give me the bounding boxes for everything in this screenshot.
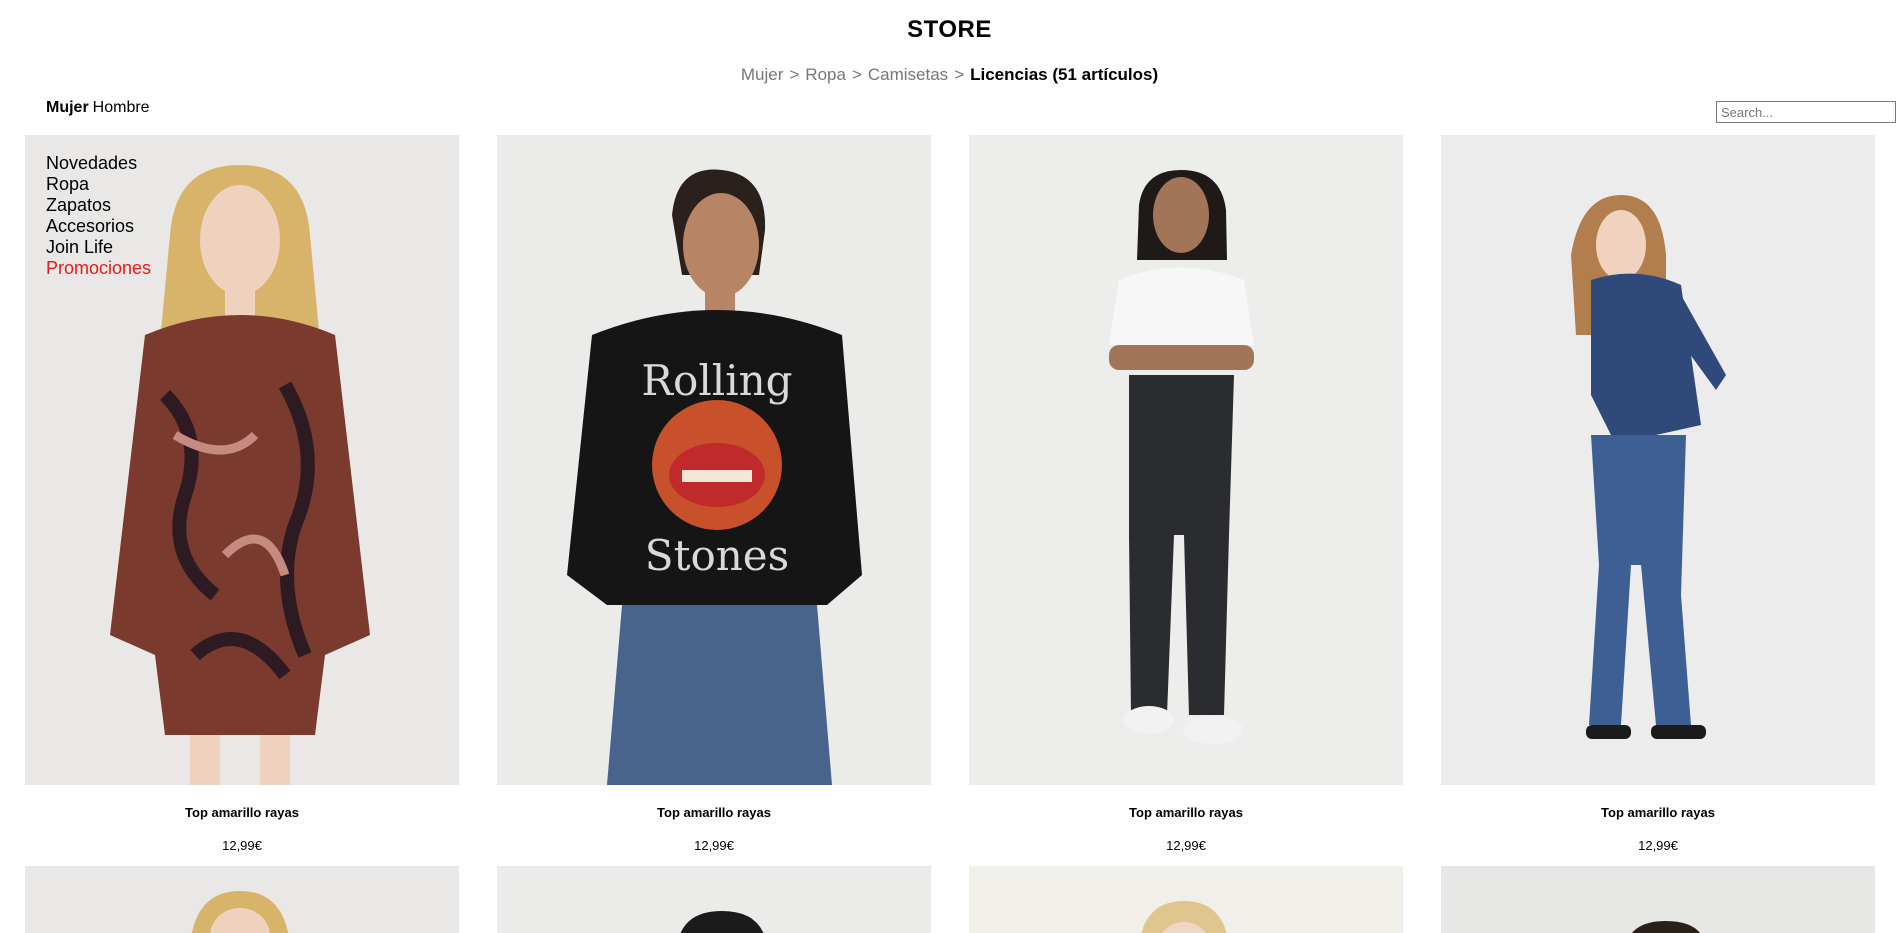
breadcrumb-separator: > bbox=[851, 65, 862, 84]
svg-text:Rolling: Rolling bbox=[641, 356, 792, 405]
dark-hair-model-photo[interactable] bbox=[497, 866, 931, 933]
svg-text:Stones: Stones bbox=[645, 531, 789, 580]
denim-outfit-photo[interactable] bbox=[1441, 135, 1875, 785]
search-input[interactable] bbox=[1716, 101, 1896, 123]
blonde-model-photo[interactable] bbox=[25, 866, 459, 933]
product-price: 12,99€ bbox=[1638, 838, 1678, 853]
category-novedades[interactable]: Novedades bbox=[46, 153, 151, 174]
breadcrumb-ropa[interactable]: Ropa bbox=[805, 65, 846, 84]
gender-nav: Mujer Hombre bbox=[46, 99, 150, 117]
store-page: STORE Mujer > Ropa > Camisetas > Licencias (51… bbox=[0, 0, 1899, 933]
breadcrumb-camisetas[interactable]: Camisetas bbox=[868, 65, 948, 84]
curly-hair-model-photo[interactable] bbox=[1441, 866, 1875, 933]
product-price: 12,99€ bbox=[1166, 838, 1206, 853]
product-name[interactable]: Top amarillo rayas bbox=[497, 805, 931, 820]
product-name[interactable]: Top amarillo rayas bbox=[1441, 805, 1875, 820]
product-name[interactable]: Top amarillo rayas bbox=[25, 805, 459, 820]
band-sweatshirt-photo[interactable]: Rolling Stones bbox=[497, 135, 931, 785]
category-accesorios[interactable]: Accesorios bbox=[46, 216, 151, 237]
product-price: 12,99€ bbox=[222, 838, 262, 853]
category-zapatos[interactable]: Zapatos bbox=[46, 195, 151, 216]
product-name[interactable]: Top amarillo rayas bbox=[969, 805, 1403, 820]
breadcrumb-separator: > bbox=[789, 65, 800, 84]
category-menu: Novedades Ropa Zapatos Accesorios Join L… bbox=[46, 153, 151, 279]
breadcrumb: Mujer > Ropa > Camisetas > Licencias (51 artíc… bbox=[0, 65, 1899, 85]
gender-tab-hombre[interactable]: Hombre bbox=[93, 99, 150, 116]
breadcrumb-separator: > bbox=[954, 65, 965, 84]
breadcrumb-current: Licencias (51 artículos) bbox=[970, 65, 1159, 84]
product-price: 12,99€ bbox=[694, 838, 734, 853]
category-join-life[interactable]: Join Life bbox=[46, 237, 151, 258]
gender-tab-mujer[interactable]: Mujer bbox=[46, 99, 89, 116]
category-promociones[interactable]: Promociones bbox=[46, 258, 151, 279]
black-jeans-photo[interactable] bbox=[969, 135, 1403, 785]
blonde-model-photo[interactable] bbox=[969, 866, 1403, 933]
store-title: STORE bbox=[907, 16, 992, 43]
breadcrumb-mujer[interactable]: Mujer bbox=[741, 65, 784, 84]
category-ropa[interactable]: Ropa bbox=[46, 174, 151, 195]
